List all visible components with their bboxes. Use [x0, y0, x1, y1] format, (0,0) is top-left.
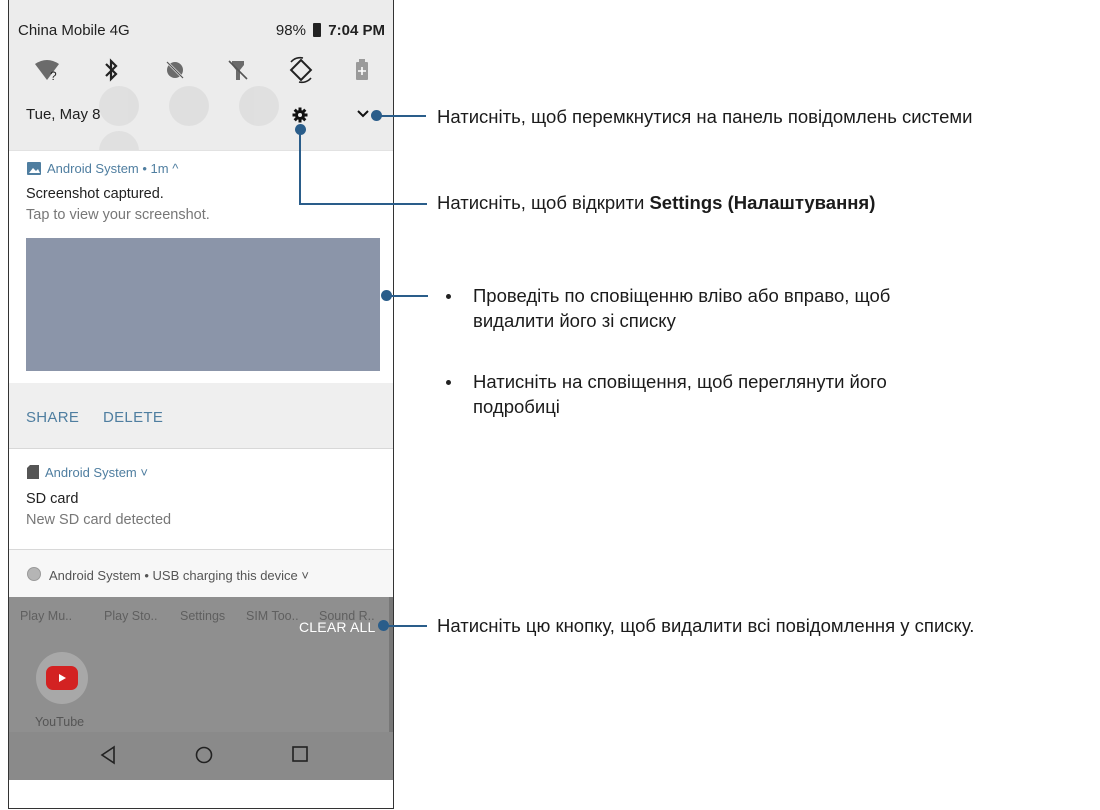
phone-screenshot: China Mobile 4G 98% 7:04 PM ? Tue, May 8… — [8, 0, 394, 809]
app-name-label: Android System ˅ — [45, 465, 148, 480]
screenshot-notification[interactable]: Android System • 1m ^ Screenshot capture… — [9, 150, 393, 449]
notification-app-line: Android System • USB charging this devic… — [27, 567, 309, 583]
app-name-label: Android System • USB charging this devic… — [49, 568, 309, 583]
notification-title: SD card — [26, 491, 79, 507]
app-name-label: Android System • 1m ^ — [47, 161, 179, 176]
callout-line — [299, 129, 301, 204]
notification-app-line: Android System • 1m ^ — [27, 161, 178, 178]
callout-settings-text: Натисніть, щоб відкрити Settings (Налашт… — [437, 190, 1057, 215]
usb-icon — [27, 567, 41, 581]
battery-icon — [313, 23, 322, 37]
callout-line — [383, 625, 427, 627]
image-icon — [27, 162, 41, 178]
notification-subtitle: Tap to view your screenshot. — [26, 207, 210, 223]
carrier-label: China Mobile 4G — [18, 22, 130, 39]
notification-subtitle: New SD card detected — [26, 512, 172, 528]
battery-saver-icon[interactable] — [346, 54, 378, 86]
callout-settings-prefix: Натисніть, щоб відкрити — [437, 192, 650, 213]
recents-icon[interactable] — [291, 745, 309, 768]
svg-text:?: ? — [50, 69, 57, 82]
sd-card-icon — [27, 465, 39, 482]
screenshot-thumbnail[interactable] — [26, 238, 380, 371]
auto-rotate-icon[interactable] — [285, 54, 317, 86]
youtube-app-icon[interactable] — [36, 652, 88, 704]
callout-swipe-text: Проведіть по сповіщенню вліво або вправо… — [473, 285, 891, 331]
status-right: 98% 7:04 PM — [276, 22, 385, 39]
bluetooth-icon[interactable] — [95, 54, 127, 86]
clock: 7:04 PM — [328, 22, 385, 39]
callout-tap-text: Натисніть на сповіщення, щоб переглянути… — [473, 371, 887, 417]
navigation-bar — [9, 732, 393, 780]
callout-expand-text: Натисніть, щоб перемкнутися на панель по… — [437, 106, 973, 127]
callout-line — [386, 295, 428, 297]
callout-line — [299, 203, 427, 205]
quick-settings-row: ? — [9, 54, 393, 86]
date-row: Tue, May 8 — [9, 103, 393, 129]
usb-charging-notification[interactable]: Android System • USB charging this devic… — [9, 549, 393, 598]
back-icon[interactable] — [99, 745, 117, 770]
callout-settings-bold: Settings (Налаштування) — [649, 192, 876, 213]
bullet-dot — [446, 380, 451, 385]
expand-chevron-icon[interactable] — [356, 107, 370, 125]
bullet-dot — [446, 294, 451, 299]
wifi-icon[interactable]: ? — [31, 54, 63, 86]
notification-title: Screenshot captured. — [26, 186, 164, 202]
recent-app-label[interactable]: SIM Too.. — [246, 609, 299, 623]
date-label: Tue, May 8 — [26, 106, 101, 123]
recent-app-label[interactable]: Play Sto.. — [104, 609, 158, 623]
status-bar: China Mobile 4G 98% 7:04 PM — [18, 22, 385, 42]
recent-app-label[interactable]: Settings — [180, 609, 225, 623]
location-off-icon[interactable] — [159, 54, 191, 86]
battery-percent: 98% — [275, 22, 306, 39]
callout-line — [376, 115, 426, 117]
scrollbar[interactable] — [389, 597, 393, 732]
youtube-logo-icon — [46, 666, 78, 690]
callout-clear-all-text: Натисніть цю кнопку, щоб видалити всі по… — [437, 615, 975, 636]
flashlight-off-icon[interactable] — [222, 54, 254, 86]
notification-actions: SHARE DELETE — [9, 383, 393, 449]
clear-all-button[interactable]: CLEAR ALL — [299, 619, 376, 635]
recent-apps-area: Play Mu.. Play Sto.. Settings SIM Too.. … — [9, 597, 393, 732]
delete-button[interactable]: DELETE — [103, 409, 163, 426]
share-button[interactable]: SHARE — [26, 409, 79, 426]
home-icon[interactable] — [194, 745, 214, 770]
notification-shade-header: China Mobile 4G 98% 7:04 PM ? Tue, May 8 — [9, 0, 393, 171]
recent-app-label[interactable]: Play Mu.. — [20, 609, 72, 623]
bottom-spacer — [9, 780, 393, 808]
sd-card-notification[interactable]: Android System ˅ SD card New SD card det… — [9, 448, 393, 550]
youtube-label: YouTube — [35, 715, 85, 729]
notification-app-line: Android System ˅ — [27, 465, 148, 482]
